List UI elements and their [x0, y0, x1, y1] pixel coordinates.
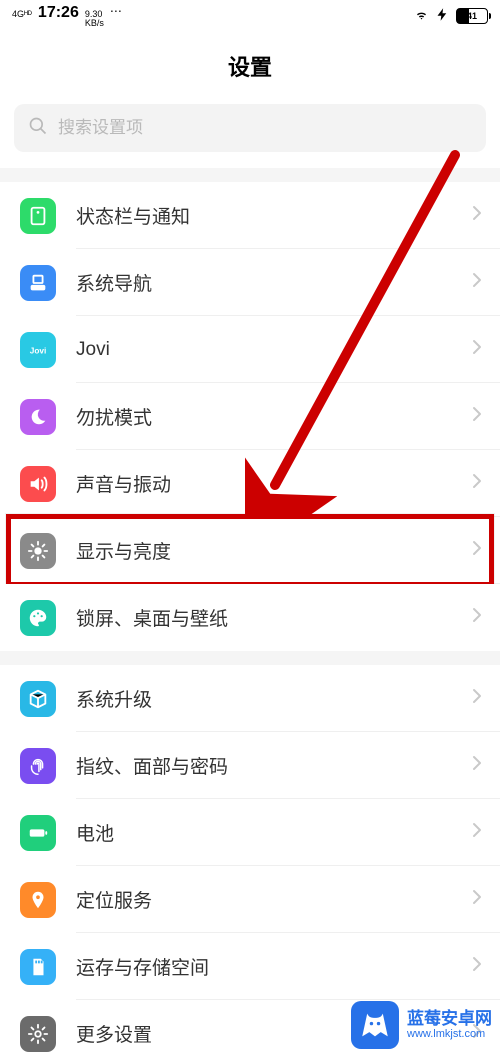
row-label: 勿扰模式 [76, 403, 472, 430]
wifi-icon [414, 7, 429, 25]
battery-icon [20, 815, 56, 851]
row-status-bar-notification[interactable]: 状态栏与通知 [0, 182, 500, 249]
row-battery[interactable]: 电池 [0, 799, 500, 866]
search-icon [28, 116, 48, 141]
network-speed: 9.30KB/s [85, 10, 104, 28]
chevron-right-icon [472, 607, 482, 628]
palette-icon [20, 600, 56, 636]
clock: 17:26 [38, 4, 79, 22]
chevron-right-icon [472, 205, 482, 226]
battery-indicator: 41 [456, 8, 488, 24]
row-lock-wallpaper[interactable]: 锁屏、桌面与壁纸 [0, 584, 500, 651]
row-label: 定位服务 [76, 886, 472, 913]
chevron-right-icon [472, 755, 482, 776]
row-label: 运存与存储空间 [76, 953, 472, 980]
watermark: 蓝莓安卓网 www.lmkjst.com [351, 1001, 492, 1049]
sd-card-icon [20, 949, 56, 985]
chevron-right-icon [472, 272, 482, 293]
chevron-right-icon [472, 956, 482, 977]
battery-percent: 41 [457, 11, 487, 21]
row-sound-vibration[interactable]: 声音与振动 [0, 450, 500, 517]
row-label: 系统导航 [76, 269, 472, 296]
row-dnd[interactable]: 勿扰模式 [0, 383, 500, 450]
row-label: 状态栏与通知 [76, 202, 472, 229]
fingerprint-icon [20, 748, 56, 784]
chevron-right-icon [472, 822, 482, 843]
watermark-name: 蓝莓安卓网 [407, 1010, 492, 1029]
row-label: 显示与亮度 [76, 537, 472, 564]
chevron-right-icon [472, 889, 482, 910]
row-system-upgrade[interactable]: 系统升级 [0, 665, 500, 732]
row-display-brightness[interactable]: 显示与亮度 [0, 517, 500, 584]
row-label: 系统升级 [76, 685, 472, 712]
settings-group-1: 状态栏与通知 系统导航 Jovi Jovi 勿扰模式 声音与振动 [0, 182, 500, 651]
navigation-icon [20, 265, 56, 301]
chevron-right-icon [472, 688, 482, 709]
row-location[interactable]: 定位服务 [0, 866, 500, 933]
svg-text:Jovi: Jovi [30, 346, 47, 355]
row-label: 指纹、面部与密码 [76, 752, 472, 779]
row-jovi[interactable]: Jovi Jovi [0, 316, 500, 383]
row-storage[interactable]: 运存与存储空间 [0, 933, 500, 1000]
row-system-navigation[interactable]: 系统导航 [0, 249, 500, 316]
brightness-icon [20, 533, 56, 569]
watermark-logo-icon [351, 1001, 399, 1049]
row-label: Jovi [76, 339, 472, 361]
search-input[interactable] [58, 118, 472, 138]
row-label: 电池 [76, 819, 472, 846]
cube-icon [20, 681, 56, 717]
chevron-right-icon [472, 540, 482, 561]
row-label: 声音与振动 [76, 470, 472, 497]
section-divider [0, 651, 500, 665]
chevron-right-icon [472, 339, 482, 360]
watermark-url: www.lmkjst.com [407, 1028, 492, 1040]
sound-icon [20, 466, 56, 502]
section-divider [0, 168, 500, 182]
charging-icon [435, 7, 450, 25]
location-icon [20, 882, 56, 918]
more-indicator-icon: ⋯ [110, 4, 124, 18]
chevron-right-icon [472, 473, 482, 494]
jovi-icon: Jovi [20, 332, 56, 368]
moon-icon [20, 399, 56, 435]
signal-indicator: 4Gᴴᴰ [12, 10, 32, 19]
chevron-right-icon [472, 406, 482, 427]
gear-icon [20, 1016, 56, 1052]
notification-icon [20, 198, 56, 234]
row-label: 锁屏、桌面与壁纸 [76, 604, 472, 631]
row-fingerprint-face[interactable]: 指纹、面部与密码 [0, 732, 500, 799]
search-input-container[interactable] [14, 104, 486, 152]
status-bar: 4Gᴴᴰ 17:26 9.30KB/s ⋯ 41 [0, 0, 500, 32]
settings-group-2: 系统升级 指纹、面部与密码 电池 定位服务 运存与存储空间 [0, 665, 500, 1057]
page-title: 设置 [0, 32, 500, 104]
